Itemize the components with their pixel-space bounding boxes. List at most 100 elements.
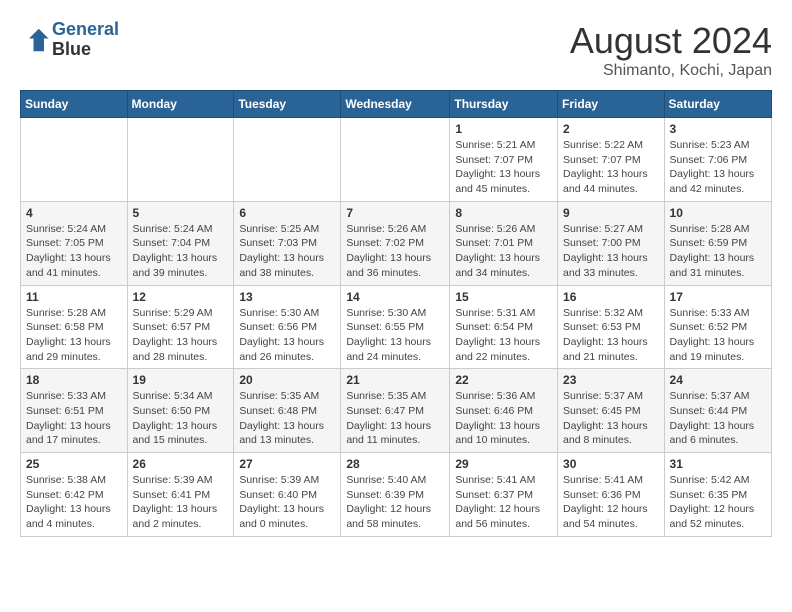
weekday-header: Tuesday	[234, 91, 341, 118]
logo-line2: Blue	[52, 40, 119, 60]
weekday-header: Monday	[127, 91, 234, 118]
calendar-cell: 3 Sunrise: 5:23 AMSunset: 7:06 PMDaylight…	[664, 118, 771, 202]
day-info: Sunrise: 5:34 AMSunset: 6:50 PMDaylight:…	[133, 389, 229, 448]
day-info: Sunrise: 5:32 AMSunset: 6:53 PMDaylight:…	[563, 306, 659, 365]
logo: General Blue	[20, 20, 119, 60]
day-info: Sunrise: 5:23 AMSunset: 7:06 PMDaylight:…	[670, 138, 766, 197]
calendar-cell: 7 Sunrise: 5:26 AMSunset: 7:02 PMDaylight…	[341, 201, 450, 285]
day-number: 11	[26, 290, 122, 304]
month-year: August 2024	[570, 20, 772, 62]
day-info: Sunrise: 5:41 AMSunset: 6:36 PMDaylight:…	[563, 473, 659, 532]
calendar-cell: 8 Sunrise: 5:26 AMSunset: 7:01 PMDaylight…	[450, 201, 558, 285]
location: Shimanto, Kochi, Japan	[570, 62, 772, 80]
weekday-header: Sunday	[21, 91, 128, 118]
calendar-cell: 25 Sunrise: 5:38 AMSunset: 6:42 PMDayligh…	[21, 453, 128, 537]
calendar-cell: 14 Sunrise: 5:30 AMSunset: 6:55 PMDayligh…	[341, 285, 450, 369]
calendar-cell: 5Sunrise: 5:24 AMSunset: 7:04 PMDaylight…	[127, 201, 234, 285]
day-number: 3	[670, 122, 766, 136]
day-number: 5	[133, 206, 229, 220]
day-number: 8	[455, 206, 552, 220]
day-info: Sunrise: 5:37 AMSunset: 6:44 PMDaylight:…	[670, 389, 766, 448]
day-number: 14	[346, 290, 444, 304]
day-info: Sunrise: 5:37 AMSunset: 6:45 PMDaylight:…	[563, 389, 659, 448]
title-block: August 2024 Shimanto, Kochi, Japan	[570, 20, 772, 80]
calendar-cell: 19Sunrise: 5:34 AMSunset: 6:50 PMDayligh…	[127, 369, 234, 453]
day-number: 17	[670, 290, 766, 304]
day-info: Sunrise: 5:41 AMSunset: 6:37 PMDaylight:…	[455, 473, 552, 532]
day-info: Sunrise: 5:40 AMSunset: 6:39 PMDaylight:…	[346, 473, 444, 532]
day-info: Sunrise: 5:27 AMSunset: 7:00 PMDaylight:…	[563, 222, 659, 281]
day-number: 21	[346, 373, 444, 387]
calendar-cell: 30 Sunrise: 5:41 AMSunset: 6:36 PMDayligh…	[558, 453, 665, 537]
day-info: Sunrise: 5:28 AMSunset: 6:59 PMDaylight:…	[670, 222, 766, 281]
calendar-cell	[234, 118, 341, 202]
day-number: 25	[26, 457, 122, 471]
day-info: Sunrise: 5:38 AMSunset: 6:42 PMDaylight:…	[26, 473, 122, 532]
calendar-cell: 4 Sunrise: 5:24 AMSunset: 7:05 PMDaylight…	[21, 201, 128, 285]
calendar-cell: 26 Sunrise: 5:39 AMSunset: 6:41 PMDayligh…	[127, 453, 234, 537]
calendar-cell	[341, 118, 450, 202]
day-number: 29	[455, 457, 552, 471]
weekday-header-row: SundayMondayTuesdayWednesdayThursdayFrid…	[21, 91, 772, 118]
logo-text: General Blue	[52, 20, 119, 60]
day-number: 1	[455, 122, 552, 136]
day-info: Sunrise: 5:26 AMSunset: 7:01 PMDaylight:…	[455, 222, 552, 281]
calendar-cell: 2 Sunrise: 5:22 AMSunset: 7:07 PMDaylight…	[558, 118, 665, 202]
day-number: 31	[670, 457, 766, 471]
day-info: Sunrise: 5:35 AMSunset: 6:47 PMDaylight:…	[346, 389, 444, 448]
day-info: Sunrise: 5:28 AMSunset: 6:58 PMDaylight:…	[26, 306, 122, 365]
day-number: 10	[670, 206, 766, 220]
day-info: Sunrise: 5:26 AMSunset: 7:02 PMDaylight:…	[346, 222, 444, 281]
day-number: 16	[563, 290, 659, 304]
calendar-cell	[127, 118, 234, 202]
day-info: Sunrise: 5:29 AMSunset: 6:57 PMDaylight:…	[133, 306, 229, 365]
calendar-week-row: 18 Sunrise: 5:33 AMSunset: 6:51 PMDayligh…	[21, 369, 772, 453]
day-info: Sunrise: 5:33 AMSunset: 6:52 PMDaylight:…	[670, 306, 766, 365]
calendar-cell: 12 Sunrise: 5:29 AMSunset: 6:57 PMDayligh…	[127, 285, 234, 369]
day-info: Sunrise: 5:25 AMSunset: 7:03 PMDaylight:…	[239, 222, 335, 281]
calendar-table: SundayMondayTuesdayWednesdayThursdayFrid…	[20, 90, 772, 537]
calendar-cell: 16 Sunrise: 5:32 AMSunset: 6:53 PMDayligh…	[558, 285, 665, 369]
day-info: Sunrise: 5:30 AMSunset: 6:55 PMDaylight:…	[346, 306, 444, 365]
calendar-cell: 18 Sunrise: 5:33 AMSunset: 6:51 PMDayligh…	[21, 369, 128, 453]
day-number: 13	[239, 290, 335, 304]
day-number: 22	[455, 373, 552, 387]
day-info: Sunrise: 5:31 AMSunset: 6:54 PMDaylight:…	[455, 306, 552, 365]
calendar-week-row: 4 Sunrise: 5:24 AMSunset: 7:05 PMDaylight…	[21, 201, 772, 285]
logo-line1: General	[52, 19, 119, 39]
calendar-cell: 31 Sunrise: 5:42 AMSunset: 6:35 PMDayligh…	[664, 453, 771, 537]
calendar-cell: 27Sunrise: 5:39 AMSunset: 6:40 PMDayligh…	[234, 453, 341, 537]
day-number: 4	[26, 206, 122, 220]
day-number: 18	[26, 373, 122, 387]
day-number: 12	[133, 290, 229, 304]
calendar-cell: 28Sunrise: 5:40 AMSunset: 6:39 PMDayligh…	[341, 453, 450, 537]
calendar-cell: 11 Sunrise: 5:28 AMSunset: 6:58 PMDayligh…	[21, 285, 128, 369]
calendar-cell: 10 Sunrise: 5:28 AMSunset: 6:59 PMDayligh…	[664, 201, 771, 285]
day-info: Sunrise: 5:22 AMSunset: 7:07 PMDaylight:…	[563, 138, 659, 197]
day-number: 7	[346, 206, 444, 220]
calendar-week-row: 25 Sunrise: 5:38 AMSunset: 6:42 PMDayligh…	[21, 453, 772, 537]
page-header: General Blue August 2024 Shimanto, Kochi…	[20, 20, 772, 80]
day-number: 27	[239, 457, 335, 471]
day-number: 15	[455, 290, 552, 304]
day-number: 26	[133, 457, 229, 471]
day-info: Sunrise: 5:35 AMSunset: 6:48 PMDaylight:…	[239, 389, 335, 448]
calendar-cell: 17 Sunrise: 5:33 AMSunset: 6:52 PMDayligh…	[664, 285, 771, 369]
day-info: Sunrise: 5:24 AMSunset: 7:05 PMDaylight:…	[26, 222, 122, 281]
calendar-cell: 22Sunrise: 5:36 AMSunset: 6:46 PMDayligh…	[450, 369, 558, 453]
calendar-cell: 1 Sunrise: 5:21 AMSunset: 7:07 PMDaylight…	[450, 118, 558, 202]
day-info: Sunrise: 5:42 AMSunset: 6:35 PMDaylight:…	[670, 473, 766, 532]
calendar-cell: 21 Sunrise: 5:35 AMSunset: 6:47 PMDayligh…	[341, 369, 450, 453]
weekday-header: Friday	[558, 91, 665, 118]
calendar-cell: 20Sunrise: 5:35 AMSunset: 6:48 PMDayligh…	[234, 369, 341, 453]
logo-icon	[20, 25, 50, 55]
day-number: 9	[563, 206, 659, 220]
day-info: Sunrise: 5:21 AMSunset: 7:07 PMDaylight:…	[455, 138, 552, 197]
day-number: 6	[239, 206, 335, 220]
day-info: Sunrise: 5:30 AMSunset: 6:56 PMDaylight:…	[239, 306, 335, 365]
day-info: Sunrise: 5:39 AMSunset: 6:41 PMDaylight:…	[133, 473, 229, 532]
day-info: Sunrise: 5:33 AMSunset: 6:51 PMDaylight:…	[26, 389, 122, 448]
day-number: 30	[563, 457, 659, 471]
weekday-header: Saturday	[664, 91, 771, 118]
day-number: 2	[563, 122, 659, 136]
